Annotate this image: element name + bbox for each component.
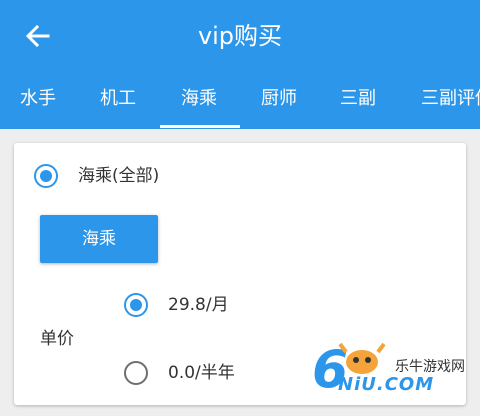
tab-third-officer[interactable]: 三副 [340, 73, 376, 129]
half-year-price-radio[interactable] [124, 361, 148, 385]
tab-engineer[interactable]: 机工 [100, 73, 136, 129]
tab-crew[interactable]: 海乘 [181, 73, 217, 129]
monthly-price-radio[interactable] [124, 293, 148, 317]
category-tabs: 水手 机工 海乘 厨师 三副 三副评估 [0, 73, 480, 129]
app-bar: vip购买 [0, 0, 480, 73]
monthly-price-label: 29.8/月 [168, 295, 229, 315]
half-year-price-label: 0.0/半年 [168, 363, 235, 383]
crew-button[interactable]: 海乘 [40, 215, 158, 263]
page-title: vip购买 [197, 22, 283, 50]
tab-sailor[interactable]: 水手 [20, 73, 56, 129]
category-label: 海乘(全部) [78, 166, 160, 186]
tab-third-officer-assessment[interactable]: 三副评估 [421, 73, 480, 129]
unit-price-label: 单价 [40, 329, 74, 349]
watermark-site-name: 乐牛游戏网 [395, 359, 465, 375]
category-radio[interactable] [34, 164, 58, 188]
watermark-domain: NiU.COM [338, 374, 435, 395]
tab-chef[interactable]: 厨师 [261, 73, 297, 129]
selected-tab-indicator [160, 125, 240, 128]
